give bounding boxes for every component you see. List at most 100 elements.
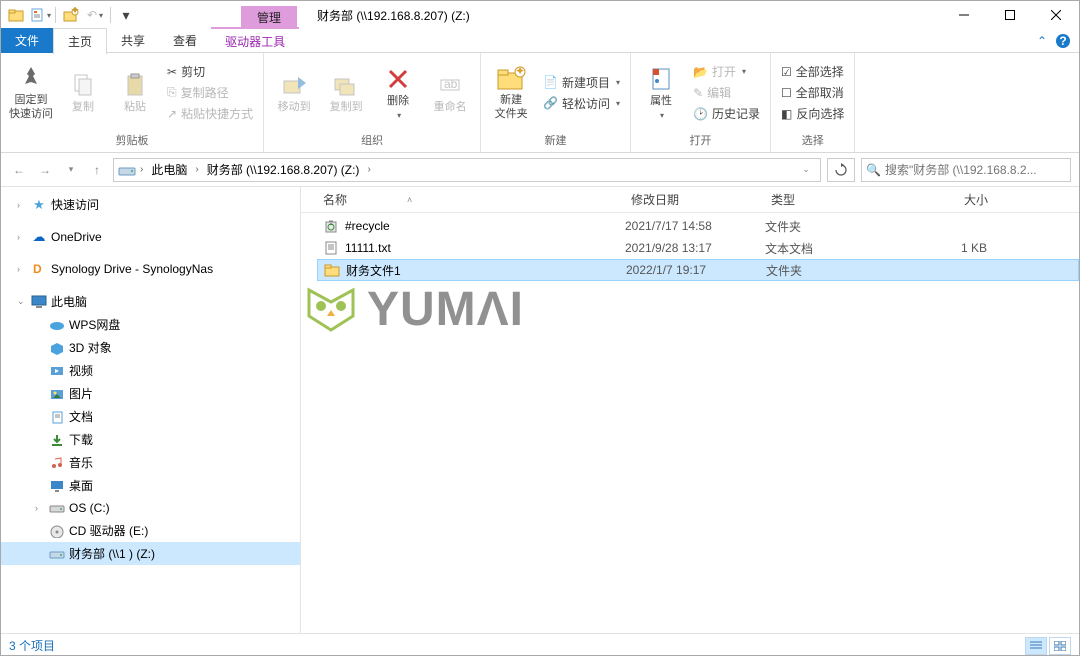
- tree-child-item[interactable]: 文档: [1, 405, 300, 428]
- tree-child-item[interactable]: ›OS (C:): [1, 497, 300, 519]
- svg-text:✦: ✦: [515, 64, 525, 78]
- tab-file[interactable]: 文件: [1, 28, 53, 53]
- address-dropdown-button[interactable]: ⌄: [796, 160, 816, 180]
- file-row[interactable]: 11111.txt2021/9/28 13:17文本文档1 KB: [317, 237, 1079, 259]
- tree-item-icon: [49, 455, 65, 471]
- tab-view[interactable]: 查看: [159, 28, 211, 53]
- file-date: 2021/9/28 13:17: [625, 241, 765, 255]
- delete-button[interactable]: 删除▾: [374, 57, 422, 129]
- pc-icon: [31, 294, 47, 310]
- paste-shortcut-button[interactable]: ↗粘贴快捷方式: [163, 104, 257, 123]
- history-button[interactable]: 🕑历史记录: [689, 104, 764, 123]
- move-to-button[interactable]: 移动到: [270, 57, 318, 129]
- svg-text:?: ?: [1059, 34, 1066, 48]
- easy-access-icon: 🔗: [543, 96, 558, 110]
- tab-drive-tools[interactable]: 驱动器工具: [211, 27, 299, 54]
- column-header-type[interactable]: 类型: [765, 187, 905, 212]
- tree-item-icon: [49, 500, 65, 516]
- address-bar[interactable]: › 此电脑 › 财务部 (\\192.168.8.207) (Z:) › ⌄: [113, 158, 821, 182]
- view-large-icons-button[interactable]: [1049, 637, 1071, 655]
- close-button[interactable]: [1033, 1, 1079, 29]
- owl-icon: [301, 284, 361, 334]
- back-button[interactable]: ←: [9, 160, 29, 180]
- tree-child-item[interactable]: WPS网盘: [1, 313, 300, 336]
- tab-home[interactable]: 主页: [53, 28, 107, 55]
- tree-child-item[interactable]: 3D 对象: [1, 336, 300, 359]
- invert-selection-button[interactable]: ◧反向选择: [777, 104, 848, 123]
- tree-child-item[interactable]: 下载: [1, 428, 300, 451]
- qat-customize-icon[interactable]: ▾: [115, 4, 137, 26]
- contextual-tab-header: 管理: [241, 1, 297, 29]
- qat-properties-icon[interactable]: ▾: [29, 4, 51, 26]
- new-item-button[interactable]: 📄新建项目▾: [539, 73, 624, 92]
- new-folder-button[interactable]: ✦新建文件夹: [487, 57, 535, 129]
- svg-text:D: D: [33, 262, 42, 276]
- navigation-pane[interactable]: ›★快速访问 ›☁OneDrive ›DSynology Drive - Syn…: [1, 187, 301, 633]
- tree-item-icon: [49, 432, 65, 448]
- open-button[interactable]: 📂打开▾: [689, 62, 764, 81]
- file-date: 2021/7/17 14:58: [625, 219, 765, 233]
- new-item-icon: 📄: [543, 75, 558, 89]
- window-title: 财务部 (\\192.168.8.207) (Z:): [297, 7, 941, 24]
- tree-child-item[interactable]: 音乐: [1, 451, 300, 474]
- refresh-button[interactable]: [827, 158, 855, 182]
- status-bar: 3 个项目: [1, 633, 1079, 657]
- select-all-icon: ☑: [781, 65, 792, 79]
- breadcrumb-segment[interactable]: 此电脑: [147, 159, 191, 180]
- up-button[interactable]: ↑: [87, 160, 107, 180]
- tab-share[interactable]: 共享: [107, 28, 159, 53]
- column-header-size[interactable]: 大小: [905, 187, 995, 212]
- select-none-icon: ☐: [781, 86, 792, 100]
- quick-access-toolbar: ▾ ✦ ↶▾ ▾: [1, 4, 141, 26]
- pin-quick-access-button[interactable]: 固定到快速访问: [7, 57, 55, 129]
- scissors-icon: ✂: [167, 65, 177, 79]
- select-none-button[interactable]: ☐全部取消: [777, 83, 848, 102]
- ribbon-collapse-icon[interactable]: ⌃: [1037, 34, 1047, 48]
- tree-item-icon: [49, 409, 65, 425]
- tree-child-item[interactable]: CD 驱动器 (E:): [1, 519, 300, 542]
- tree-child-item[interactable]: 视频: [1, 359, 300, 382]
- column-header-date[interactable]: 修改日期: [625, 187, 765, 212]
- file-icon: [323, 240, 339, 256]
- search-input[interactable]: [885, 163, 1066, 177]
- file-row[interactable]: 财务文件12022/1/7 19:17文件夹: [317, 259, 1079, 281]
- maximize-button[interactable]: [987, 1, 1033, 29]
- tree-onedrive[interactable]: ›☁OneDrive: [1, 226, 300, 248]
- status-item-count: 3 个项目: [9, 637, 55, 654]
- tree-item-icon: [49, 363, 65, 379]
- breadcrumb-segment[interactable]: 财务部 (\\192.168.8.207) (Z:): [203, 159, 364, 180]
- cut-button[interactable]: ✂剪切: [163, 62, 257, 81]
- chevron-right-icon[interactable]: ›: [138, 164, 145, 175]
- chevron-right-icon[interactable]: ›: [365, 164, 372, 175]
- paste-button[interactable]: 粘贴: [111, 57, 159, 129]
- tree-this-pc[interactable]: ⌄此电脑: [1, 290, 300, 313]
- easy-access-button[interactable]: 🔗轻松访问▾: [539, 94, 624, 113]
- tree-synology[interactable]: ›DSynology Drive - SynologyNas: [1, 258, 300, 280]
- chevron-right-icon[interactable]: ›: [193, 164, 200, 175]
- copy-button[interactable]: 复制: [59, 57, 107, 129]
- forward-button[interactable]: →: [35, 160, 55, 180]
- properties-button[interactable]: 属性▾: [637, 57, 685, 129]
- tree-item-icon: [49, 546, 65, 562]
- copy-to-button[interactable]: 复制到: [322, 57, 370, 129]
- select-all-button[interactable]: ☑全部选择: [777, 62, 848, 81]
- qat-undo-icon[interactable]: ↶▾: [84, 4, 106, 26]
- column-header-name[interactable]: 名称˄: [317, 187, 625, 212]
- file-rows: #recycle2021/7/17 14:58文件夹 11111.txt 2021/…: [301, 213, 1079, 281]
- tree-child-item[interactable]: 桌面: [1, 474, 300, 497]
- recent-locations-button[interactable]: ▾: [61, 160, 81, 180]
- copy-path-button[interactable]: ⎘复制路径: [163, 83, 257, 102]
- file-name: 11111.txt: [345, 241, 391, 255]
- explorer-icon[interactable]: [5, 4, 27, 26]
- help-icon[interactable]: ?: [1055, 33, 1071, 49]
- edit-button[interactable]: ✎编辑: [689, 83, 764, 102]
- minimize-button[interactable]: [941, 1, 987, 29]
- tree-child-item[interactable]: 财务部 (\\1 ) (Z:): [1, 542, 300, 565]
- qat-newfolder-icon[interactable]: ✦: [60, 4, 82, 26]
- tree-child-item[interactable]: 图片: [1, 382, 300, 405]
- view-details-button[interactable]: [1025, 637, 1047, 655]
- file-row[interactable]: #recycle2021/7/17 14:58文件夹: [317, 215, 1079, 237]
- rename-button[interactable]: ab重命名: [426, 57, 474, 129]
- search-box[interactable]: 🔍: [861, 158, 1071, 182]
- tree-quick-access[interactable]: ›★快速访问: [1, 193, 300, 216]
